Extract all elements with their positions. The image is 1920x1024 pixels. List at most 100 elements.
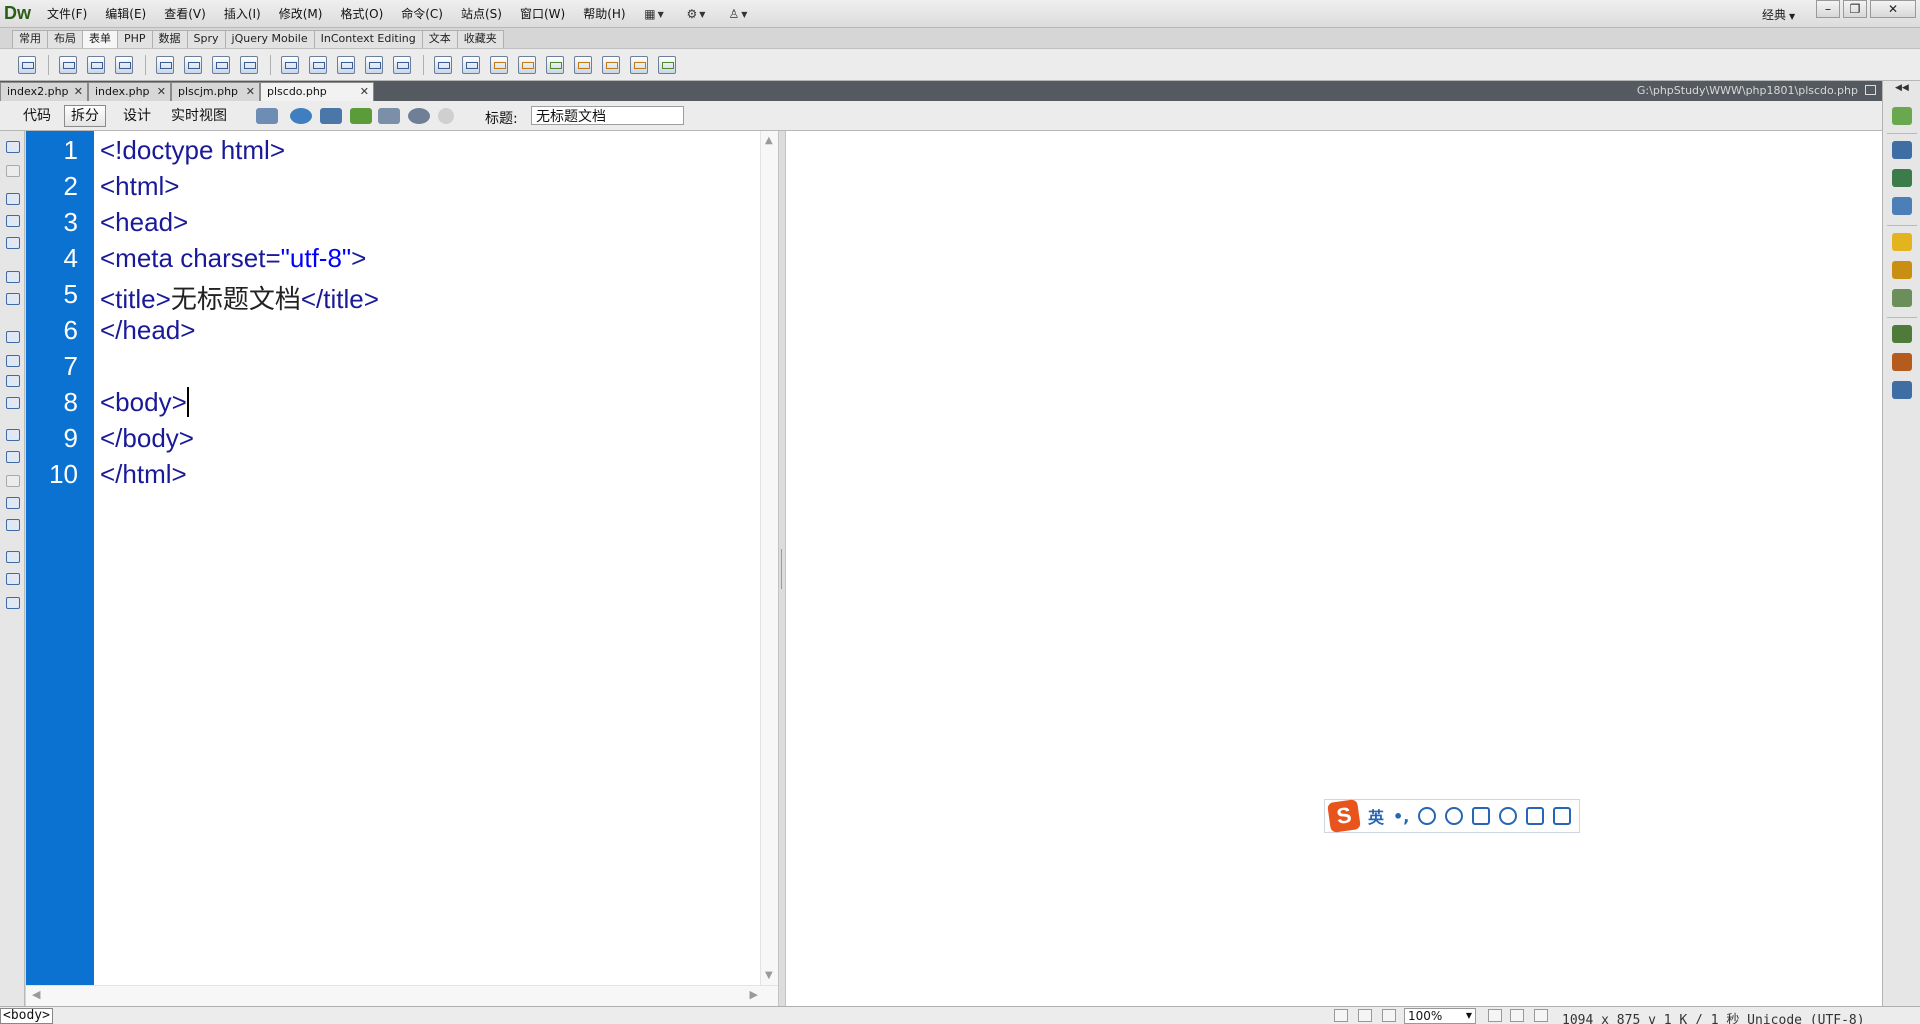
skin-shirt-icon[interactable] [1526, 807, 1545, 825]
split-divider[interactable] [778, 131, 786, 1006]
insert-tab-spry[interactable]: Spry [186, 30, 226, 48]
outdent-code-icon[interactable] [6, 573, 20, 585]
ime-mode-toggle[interactable]: 英 [1368, 804, 1384, 828]
highlight-invalid-code-icon[interactable] [6, 355, 20, 367]
spry-validation-password-icon[interactable] [602, 56, 620, 74]
assets-panel-icon[interactable] [1892, 353, 1912, 371]
design-view-button[interactable]: 设计 [116, 105, 158, 127]
workspace-switcher[interactable]: 经典 ▼ [1762, 6, 1795, 23]
image-field-icon[interactable] [337, 56, 355, 74]
check-browser-icon[interactable] [350, 108, 372, 124]
live-code-icon[interactable] [408, 108, 430, 124]
spry-validation-select-icon[interactable] [574, 56, 592, 74]
design-view[interactable]: S 英 •, [786, 131, 1882, 1006]
split-view-button[interactable]: 拆分 [64, 105, 106, 127]
keyboard-icon[interactable] [1472, 807, 1491, 825]
fieldset-icon[interactable] [462, 56, 480, 74]
menu-commands[interactable]: 命令(C) [392, 6, 452, 22]
jump-menu-icon[interactable] [309, 56, 327, 74]
menu-file[interactable]: 文件(F) [38, 6, 96, 22]
insert-tab-favorites[interactable]: 收藏夹 [456, 30, 504, 48]
minimize-button[interactable]: – [1816, 0, 1840, 18]
balance-braces-icon[interactable] [6, 293, 20, 305]
insert-tab-incontext[interactable]: InContext Editing [313, 30, 423, 48]
menu-modify[interactable]: 修改(M) [270, 6, 332, 22]
insert-tab-text[interactable]: 文本 [421, 30, 458, 48]
line-numbers-icon[interactable] [6, 331, 20, 343]
code-view[interactable]: 1 2 3 4 5 6 7 8 9 10 <!doctype html> <ht… [26, 131, 778, 1006]
insert-tab-php[interactable]: PHP [117, 30, 153, 48]
select-tool-icon[interactable] [1334, 1009, 1348, 1022]
horizontal-scrollbar[interactable]: ◀ ▶ [26, 985, 778, 1006]
spry-validation-confirm-icon[interactable] [630, 56, 648, 74]
syntax-coloring-icon[interactable] [6, 397, 20, 409]
databases-panel-icon[interactable] [1892, 141, 1912, 159]
document-title-input[interactable] [531, 106, 684, 125]
bindings-panel-icon[interactable] [1892, 169, 1912, 187]
close-icon[interactable]: ✕ [360, 83, 369, 100]
scroll-right-icon[interactable]: ▶ [750, 988, 758, 1001]
insert-tab-layout[interactable]: 布局 [47, 30, 83, 48]
site-menu-icon[interactable]: ♙ ▼ [724, 5, 752, 23]
collapse-selection-icon[interactable] [6, 215, 20, 227]
collapse-icon[interactable]: ◀◀ [1895, 83, 1909, 93]
collapse-tag-icon[interactable] [6, 193, 20, 205]
form-icon[interactable] [18, 56, 36, 74]
select-list-icon[interactable] [281, 56, 299, 74]
desktop-size-icon[interactable] [1534, 1009, 1548, 1022]
live-view-button[interactable]: 实时视图 [164, 105, 234, 127]
insert-tab-forms[interactable]: 表单 [82, 30, 118, 48]
close-icon[interactable]: ✕ [74, 83, 83, 100]
snippets-panel-icon[interactable] [1892, 381, 1912, 399]
label-icon[interactable] [434, 56, 452, 74]
restore-button[interactable]: ❐ [1843, 0, 1867, 18]
preview-in-browser-icon[interactable] [290, 108, 312, 124]
menu-help[interactable]: 帮助(H) [574, 6, 634, 22]
text-field-icon[interactable] [59, 56, 77, 74]
code-inspector-icon[interactable] [1892, 197, 1912, 215]
restore-document-icon[interactable] [1865, 85, 1876, 95]
show-code-navigator-icon[interactable] [6, 165, 20, 177]
ime-toolbar[interactable]: S 英 •, [1324, 799, 1580, 833]
menu-edit[interactable]: 编辑(E) [96, 6, 155, 22]
hidden-field-icon[interactable] [393, 56, 411, 74]
layout-menu-icon[interactable]: ▦ ▼ [640, 5, 668, 23]
scroll-left-icon[interactable]: ◀ [32, 988, 40, 1001]
remove-comment-icon[interactable] [6, 451, 20, 463]
menu-view[interactable]: 查看(V) [155, 6, 215, 22]
css-styles-icon[interactable] [1892, 233, 1912, 251]
zoom-tool-icon[interactable] [1382, 1009, 1396, 1022]
multiscreen-icon[interactable] [256, 108, 278, 124]
splitter-grip[interactable] [781, 549, 783, 589]
adobe-bridge-icon[interactable] [1892, 107, 1912, 125]
emoji-icon[interactable] [1418, 807, 1437, 825]
recent-snippets-icon[interactable] [6, 497, 20, 509]
radio-group-icon[interactable] [240, 56, 258, 74]
file-management-icon[interactable] [320, 108, 342, 124]
refresh-icon[interactable] [438, 108, 454, 124]
move-css-icon[interactable] [6, 519, 20, 531]
spry-validation-textarea-icon[interactable] [518, 56, 536, 74]
spry-validation-text-icon[interactable] [490, 56, 508, 74]
menu-site[interactable]: 站点(S) [452, 6, 511, 22]
close-icon[interactable]: ✕ [157, 83, 166, 100]
ime-punctuation-toggle[interactable]: •, [1393, 807, 1409, 826]
document-tab[interactable]: index.php ✕ [88, 82, 171, 101]
menu-insert[interactable]: 插入(I) [215, 6, 270, 22]
insert-tab-data[interactable]: 数据 [151, 30, 188, 48]
open-documents-icon[interactable] [6, 141, 20, 153]
menu-format[interactable]: 格式(O) [331, 6, 392, 22]
document-tab[interactable]: plscjm.php ✕ [171, 82, 260, 101]
expand-all-icon[interactable] [6, 237, 20, 249]
behaviors-icon[interactable] [1892, 261, 1912, 279]
user-icon[interactable] [1499, 807, 1518, 825]
zoom-select[interactable]: 100% ▼ [1404, 1008, 1476, 1024]
menu-window[interactable]: 窗口(W) [511, 6, 574, 22]
extend-gear-icon[interactable]: ⚙ ▼ [682, 5, 710, 23]
sogou-logo-icon[interactable]: S [1327, 799, 1361, 833]
vertical-scrollbar[interactable]: ▲ ▼ [760, 131, 778, 985]
toolbox-grid-icon[interactable] [1553, 807, 1572, 825]
wrap-tag-icon[interactable] [6, 475, 20, 487]
scroll-up-icon[interactable]: ▲ [765, 135, 773, 146]
spry-validation-radio-icon[interactable] [658, 56, 676, 74]
